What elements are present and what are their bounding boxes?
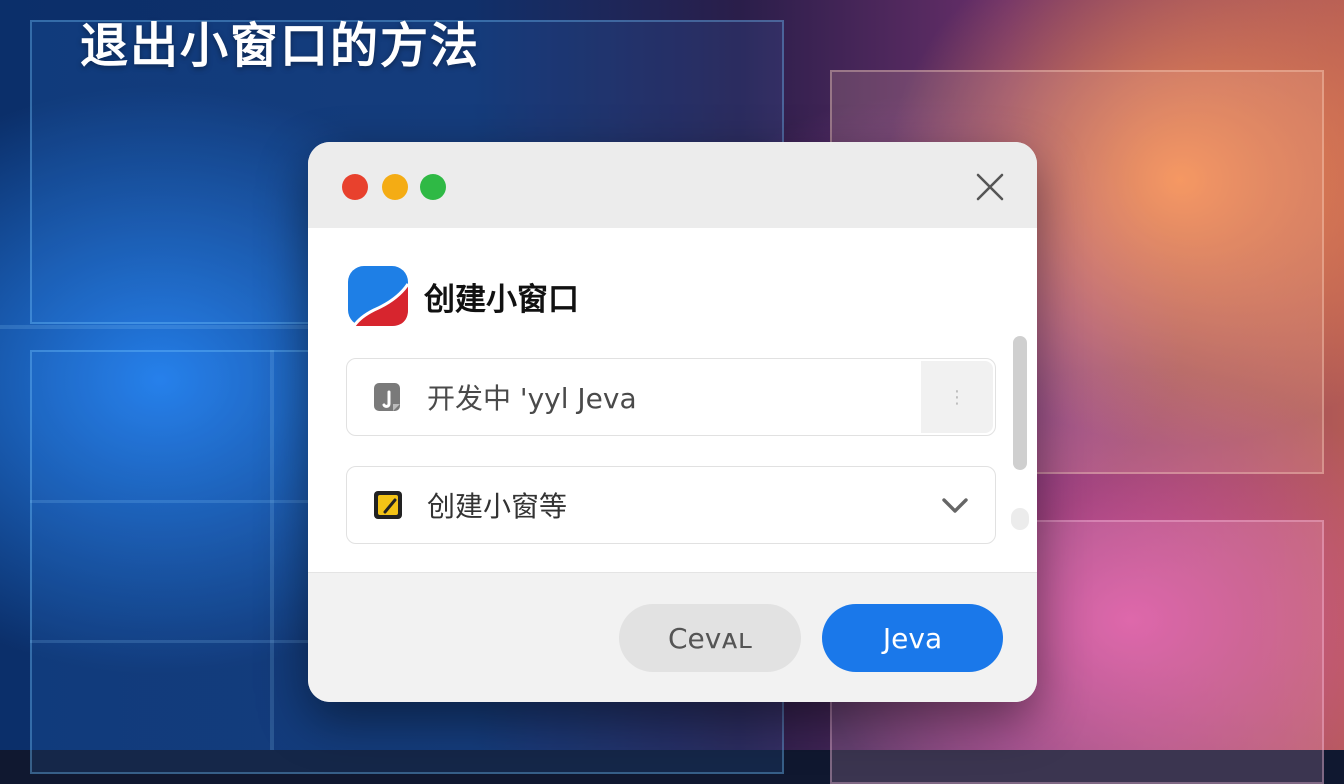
window-close-dot[interactable] <box>342 174 368 200</box>
project-field[interactable]: 开发中 'yyl Jeva ⋮ <box>346 358 996 436</box>
confirm-button[interactable]: Jeva <box>822 604 1003 672</box>
page-title: 退出小窗口的方法 <box>80 18 481 74</box>
scrollbar-track-end <box>1011 508 1029 530</box>
sticky-note-icon <box>374 491 402 519</box>
project-field-value: 开发中 'yyl Jeva <box>427 382 637 415</box>
mini-window-dialog: 创建小窗口 开发中 'yyl Jeva ⋮ 创建小窗等 Cevᴀʟ Jeva <box>308 142 1037 702</box>
window-type-value: 创建小窗等 <box>427 490 568 523</box>
window-minimize-dot[interactable] <box>382 174 408 200</box>
background-gridline <box>270 350 274 750</box>
dialog-title: 创建小窗口 <box>424 281 579 318</box>
scrollbar-thumb[interactable] <box>1013 336 1027 470</box>
field-more-button[interactable]: ⋮ <box>921 361 993 433</box>
cancel-button[interactable]: Cevᴀʟ <box>619 604 801 672</box>
close-button[interactable] <box>969 166 1011 208</box>
dialog-footer: Cevᴀʟ Jeva <box>308 572 1037 702</box>
window-type-select[interactable]: 创建小窗等 <box>346 466 996 544</box>
app-header: 创建小窗口 <box>348 266 579 326</box>
document-icon <box>374 383 400 411</box>
close-icon <box>976 173 1004 201</box>
dialog-titlebar <box>308 142 1037 228</box>
chevron-down-icon[interactable] <box>939 489 971 521</box>
dialog-content: 创建小窗口 开发中 'yyl Jeva ⋮ 创建小窗等 <box>308 228 1037 572</box>
app-logo-icon <box>348 266 408 326</box>
window-zoom-dot[interactable] <box>420 174 446 200</box>
